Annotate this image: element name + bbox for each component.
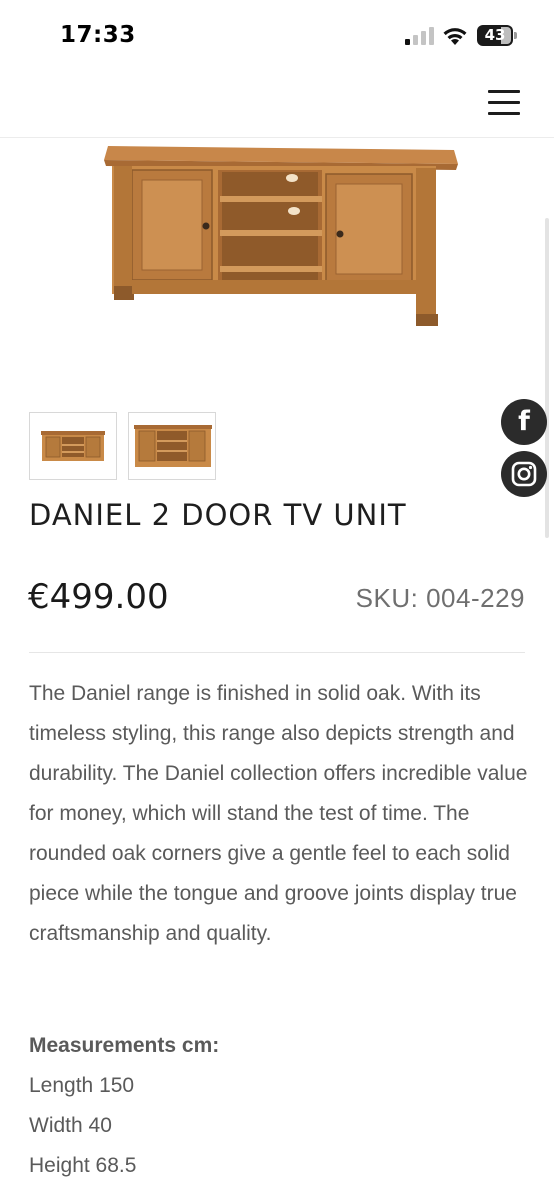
status-time: 17:33 (60, 22, 136, 48)
facebook-glyph: f (518, 406, 530, 437)
thumbnail-1[interactable] (29, 412, 117, 480)
hamburger-menu-icon[interactable] (486, 86, 522, 118)
instagram-glyph (511, 461, 537, 487)
site-header (0, 70, 554, 138)
facebook-icon[interactable]: f (501, 399, 547, 445)
measurements-heading: Measurements cm: (29, 1034, 220, 1057)
product-title: DANIEL 2 DOOR TV UNIT (29, 498, 407, 532)
measurement-width: Width 40 (29, 1114, 112, 1137)
product-image (104, 146, 458, 326)
product-sku: SKU: 004-229 (355, 583, 525, 613)
product-description: The Daniel range is finished in solid oa… (29, 682, 528, 945)
status-bar: 17:33 43 (0, 0, 554, 70)
thumbnail-2[interactable] (128, 412, 216, 480)
measurement-length: Length 150 (29, 1074, 135, 1097)
instagram-icon[interactable] (501, 451, 547, 497)
product-price: €499.00 (28, 577, 169, 617)
thumbnail-image (134, 425, 212, 467)
measurement-height: Height 68.5 (29, 1154, 137, 1177)
battery-icon: 43 (477, 25, 517, 46)
thumbnail-image (41, 431, 105, 461)
battery-level: 43 (484, 26, 506, 44)
divider (29, 652, 525, 653)
signal-icon (405, 27, 434, 45)
wifi-icon (443, 28, 467, 45)
